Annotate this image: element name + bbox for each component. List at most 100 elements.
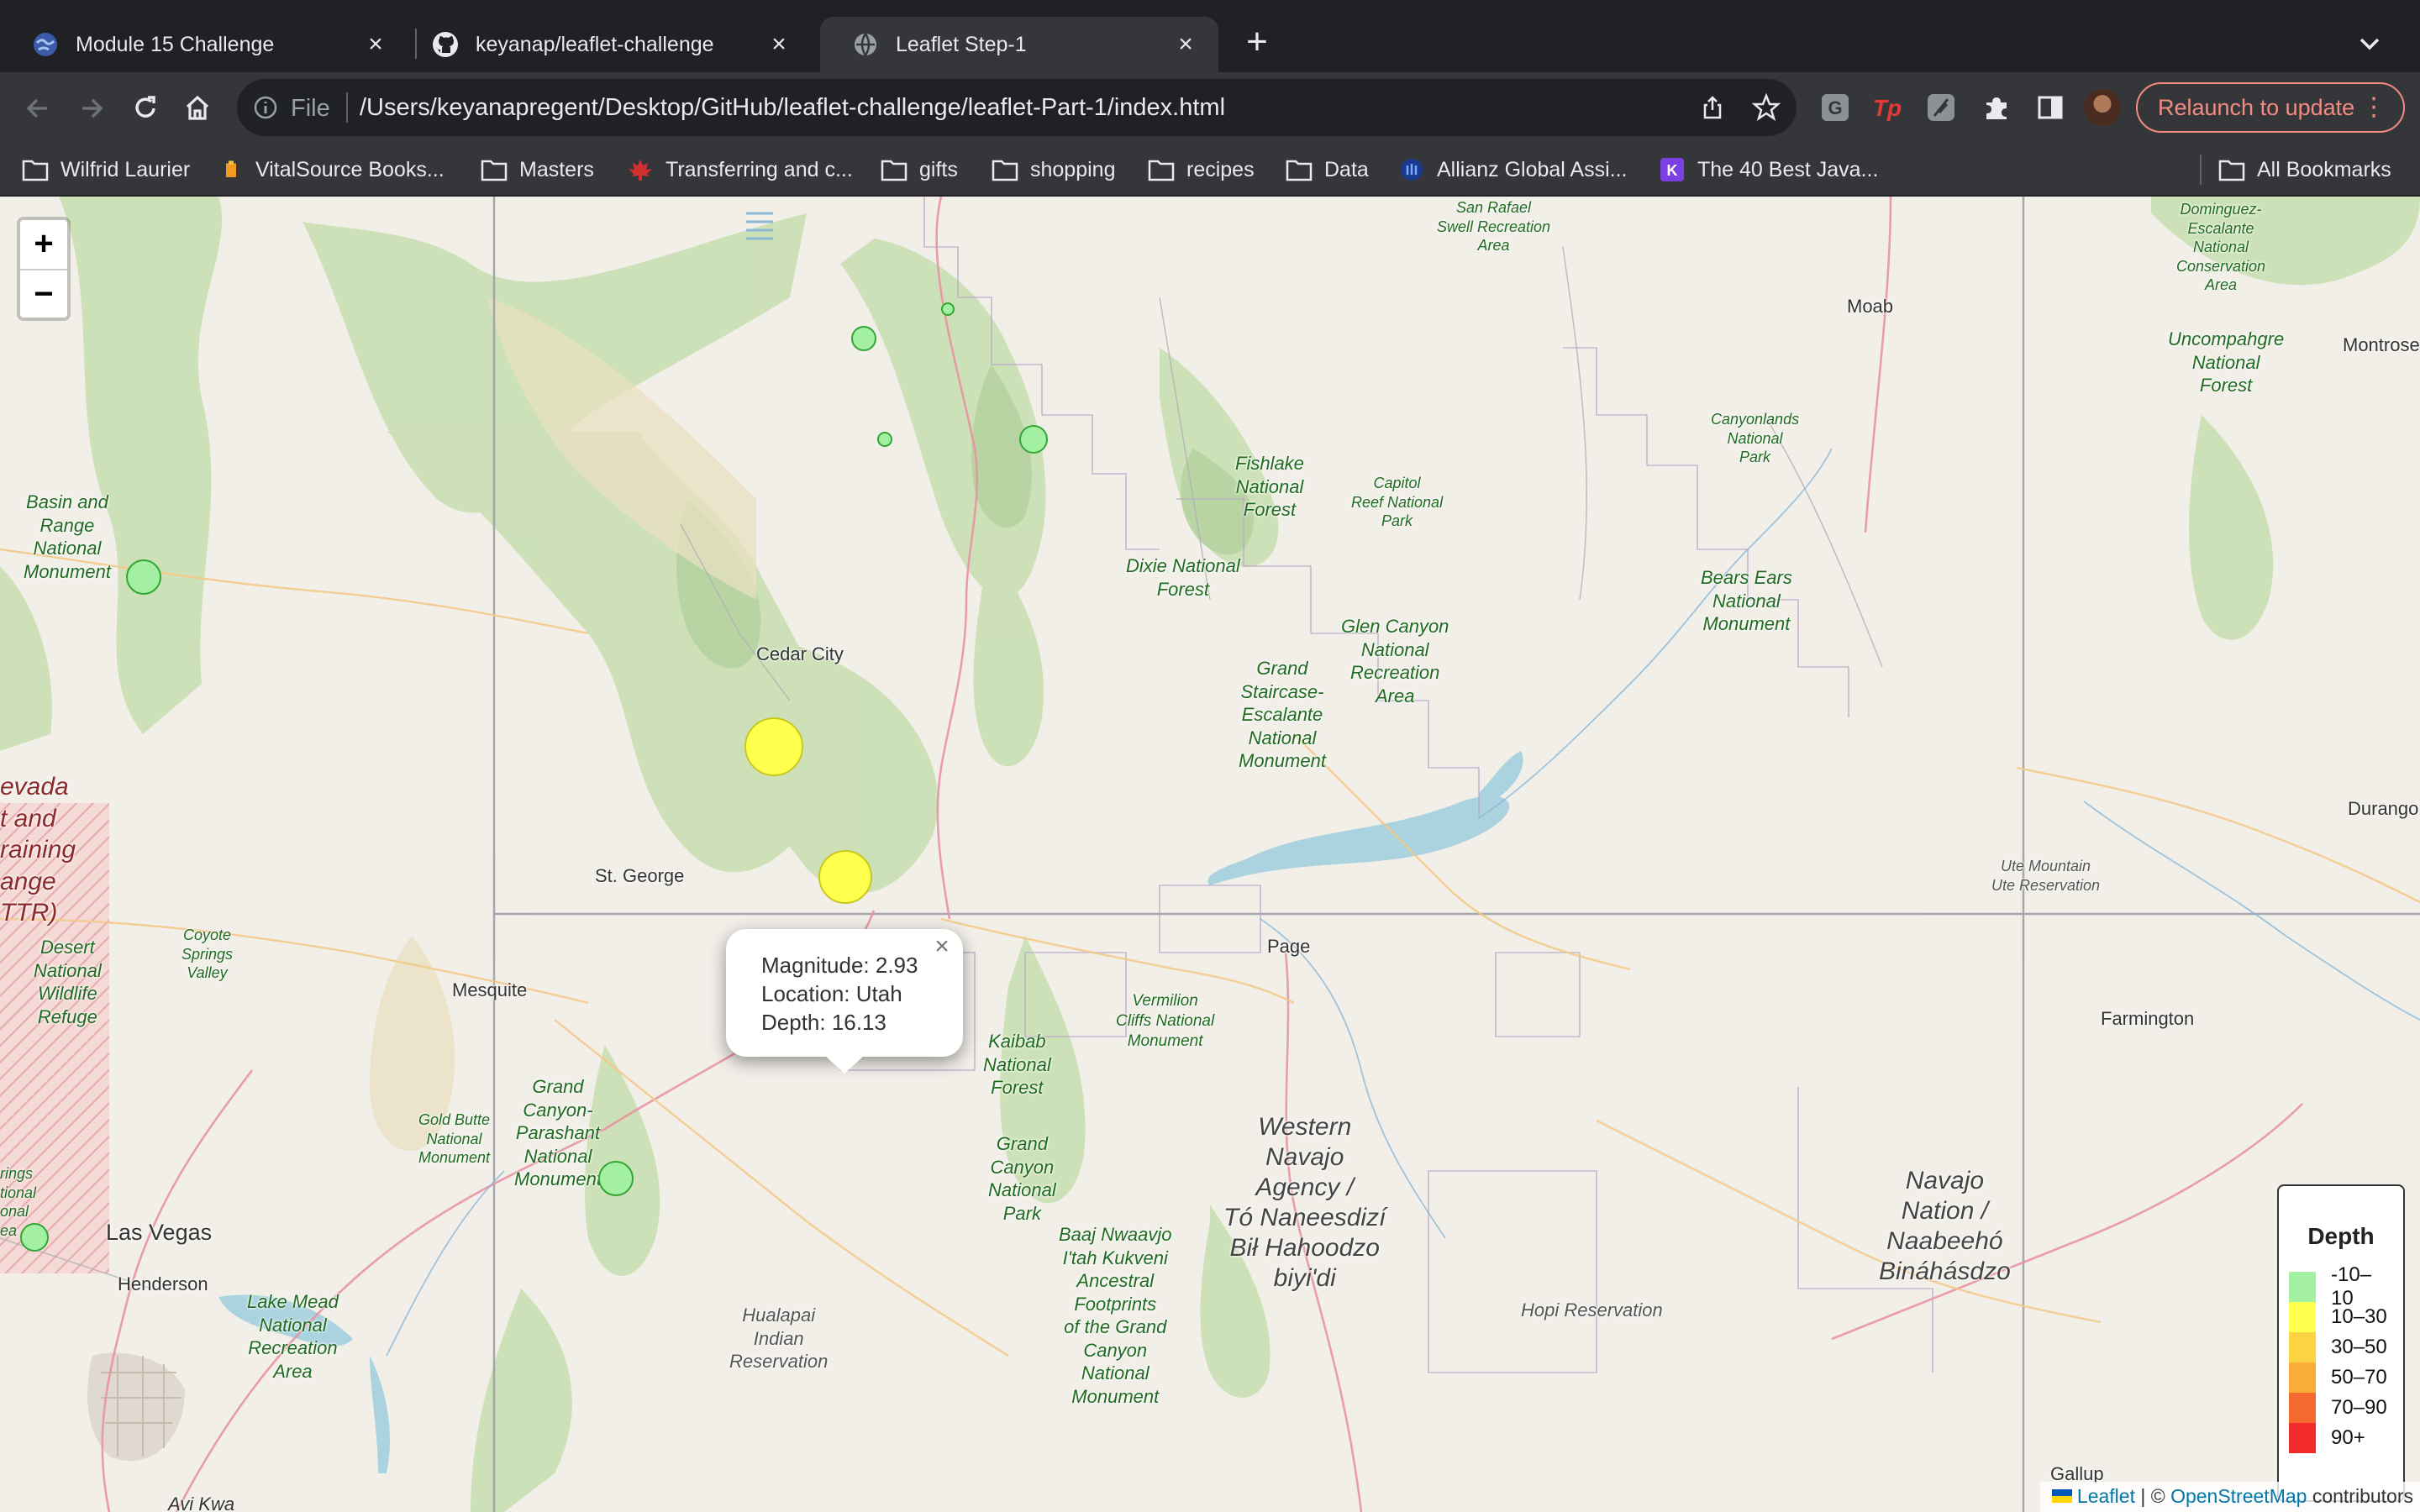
all-bookmarks[interactable]: All Bookmarks xyxy=(2218,155,2391,185)
bookmark-label: The 40 Best Java... xyxy=(1697,157,1879,181)
place-montrose: Montrose xyxy=(2343,334,2420,355)
place-hualapai: Hualapai Indian Reservation xyxy=(729,1305,829,1372)
openstreetmap-link[interactable]: OpenStreetMap xyxy=(2170,1485,2307,1507)
bookmark-allianz[interactable]: Allianz Global Assi... xyxy=(1398,155,1628,185)
place-coyote: Coyote Springs Valley xyxy=(182,927,234,981)
earthquake-marker[interactable] xyxy=(126,559,161,595)
place-avi-kwa: Avi Kwa xyxy=(168,1494,235,1512)
earthquake-marker[interactable] xyxy=(598,1161,634,1196)
legend-swatch xyxy=(2289,1272,2316,1302)
popup-location: Location: Utah xyxy=(761,981,902,1006)
close-tab-icon[interactable]: × xyxy=(361,30,390,59)
ukraine-flag-icon xyxy=(2051,1488,2072,1503)
place-page: Page xyxy=(1267,936,1311,957)
bookmark-java[interactable]: K The 40 Best Java... xyxy=(1659,155,1878,185)
earthquake-marker[interactable] xyxy=(877,432,892,447)
close-tab-icon[interactable]: × xyxy=(765,30,793,59)
zoom-out-button[interactable]: − xyxy=(20,269,67,318)
bookmark-vitalsource[interactable]: VitalSource Books... xyxy=(224,155,445,185)
vitalsource-icon xyxy=(226,160,236,177)
place-san-rafael: San Rafael Swell Recreation Area xyxy=(1437,199,1551,254)
tp-extension-icon[interactable]: Tp xyxy=(1870,91,1904,124)
folder-icon xyxy=(881,160,908,181)
place-vermilion: Vermilion Cliffs National Monument xyxy=(1116,992,1215,1050)
earthquake-marker[interactable] xyxy=(851,326,876,351)
k-logo-icon: K xyxy=(1660,158,1684,181)
feather-extension-icon[interactable] xyxy=(1924,91,1958,124)
attribution-separator: | © xyxy=(2134,1485,2171,1507)
forward-arrow-icon[interactable] xyxy=(72,89,111,128)
earthquake-marker[interactable] xyxy=(744,717,803,776)
bookmark-shopping[interactable]: shopping xyxy=(992,155,1115,185)
earthquake-marker[interactable] xyxy=(20,1223,49,1252)
bookmark-wilfrid-laurier[interactable]: Wilfrid Laurier xyxy=(22,155,190,185)
profile-avatar[interactable] xyxy=(2084,89,2121,126)
place-ute-mountain: Ute Mountain Ute Reservation xyxy=(1991,858,2101,894)
tab-module-15[interactable]: Module 15 Challenge × xyxy=(0,17,408,72)
bookmark-recipes[interactable]: recipes xyxy=(1148,155,1255,185)
place-gsenm: Grand Staircase- Escalante National Monu… xyxy=(1239,658,1326,771)
place-las-vegas: Las Vegas xyxy=(106,1220,213,1245)
folder-icon xyxy=(2218,160,2245,181)
popup-tip xyxy=(824,1055,865,1074)
relaunch-button[interactable]: Relaunch to update ⋮ xyxy=(2136,82,2405,133)
legend-title: Depth xyxy=(2307,1223,2375,1249)
place-navajo-nation: Navajo Nation / Naabeehó Bináhásdzo xyxy=(1879,1167,2011,1285)
earthquake-marker[interactable] xyxy=(941,302,955,316)
bookmark-transferring[interactable]: Transferring and c... xyxy=(627,155,853,185)
legend-row: -10–10 xyxy=(2289,1263,2393,1310)
place-dixie: Dixie National Forest xyxy=(1126,555,1240,600)
reload-icon[interactable] xyxy=(126,89,165,128)
share-icon[interactable] xyxy=(1699,94,1726,121)
place-desert-nwr: Desert National Wildlife Refuge xyxy=(34,937,102,1027)
earthquake-marker[interactable] xyxy=(1019,425,1048,454)
leaflet-link[interactable]: Leaflet xyxy=(2077,1485,2135,1507)
place-grand-canyon-np: Grand Canyon National Park xyxy=(988,1133,1056,1224)
place-st-george: St. George xyxy=(595,865,685,886)
bookmark-label: Data xyxy=(1324,157,1369,181)
side-panel-icon[interactable] xyxy=(2033,91,2067,124)
place-western-navajo: Western Navajo Agency / Tó Naneesdizí Bi… xyxy=(1223,1113,1386,1292)
url-scheme-label: File xyxy=(291,95,330,122)
legend-label: -10–10 xyxy=(2331,1263,2372,1310)
address-divider xyxy=(346,92,348,123)
basemap-tiles xyxy=(0,197,2420,1512)
leaflet-map[interactable]: Moab Montrose Cedar City St. George Mesq… xyxy=(0,197,2420,1512)
legend-row: 90+ xyxy=(2289,1423,2393,1453)
site-info-icon[interactable] xyxy=(252,94,279,121)
popup-content: Magnitude: 2.93 Location: Utah Depth: 16… xyxy=(761,951,918,1037)
zoom-in-button[interactable]: + xyxy=(20,220,67,269)
new-tab-button[interactable]: + xyxy=(1239,24,1276,62)
place-nevada-range: evada t and raining ange TTR) xyxy=(0,773,76,927)
close-tab-icon[interactable]: × xyxy=(1171,30,1200,59)
legend-label: 90+ xyxy=(2331,1426,2365,1449)
bookmark-masters[interactable]: Masters xyxy=(481,155,594,185)
bookmark-label: Masters xyxy=(519,157,594,181)
more-menu-icon[interactable]: ⋮ xyxy=(2361,84,2386,131)
bookmarks-separator xyxy=(2200,155,2202,185)
bookmark-gifts[interactable]: gifts xyxy=(881,155,958,185)
puzzle-extensions-icon[interactable] xyxy=(1980,91,2013,124)
folder-icon xyxy=(992,160,1018,181)
depth-legend: Depth -10–10 10–30 30–50 50–70 70–90 90+ xyxy=(2277,1184,2405,1502)
place-baaj-nwaavjo: Baaj Nwaavjo I'tah Kukveni Ancestral Foo… xyxy=(1059,1224,1172,1407)
globe-icon xyxy=(852,31,879,58)
back-arrow-icon[interactable] xyxy=(18,89,57,128)
place-henderson: Henderson xyxy=(118,1273,208,1294)
bookmark-star-icon[interactable] xyxy=(1751,92,1781,123)
place-dominguez: Dominguez- Escalante National Conservati… xyxy=(2176,201,2266,293)
tab-title: Module 15 Challenge xyxy=(76,32,275,56)
home-icon[interactable] xyxy=(178,89,217,128)
tab-github[interactable]: keyanap/leaflet-challenge × xyxy=(400,17,812,72)
address-bar[interactable]: File /Users/keyanapregent/Desktop/GitHub… xyxy=(237,79,1797,136)
zoom-control: + − xyxy=(17,217,71,321)
popup-close-button[interactable]: × xyxy=(929,934,955,959)
bookmark-label: Allianz Global Assi... xyxy=(1437,157,1628,181)
bookmark-data[interactable]: Data xyxy=(1286,155,1369,185)
tab-search-chevron-icon[interactable] xyxy=(2353,27,2386,60)
url-text[interactable]: /Users/keyanapregent/Desktop/GitHub/leaf… xyxy=(360,94,1225,122)
grammarly-icon[interactable]: G xyxy=(1818,91,1852,124)
tab-leaflet-step-1[interactable]: Leaflet Step-1 × xyxy=(820,17,1218,72)
place-capitol-reef: Capitol Reef National Park xyxy=(1351,475,1444,529)
earthquake-marker-selected[interactable] xyxy=(818,850,872,904)
